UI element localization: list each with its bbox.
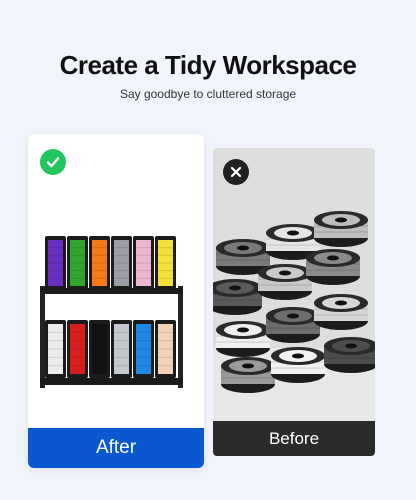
page-title: Create a Tidy Workspace bbox=[59, 50, 357, 80]
x-circle-icon bbox=[223, 159, 249, 185]
filament-spool bbox=[89, 236, 110, 290]
filament-spool bbox=[133, 320, 154, 378]
filament-spool bbox=[111, 320, 132, 378]
before-card: Before bbox=[213, 148, 375, 456]
filament-spool bbox=[314, 211, 368, 247]
filament-spool bbox=[155, 320, 176, 378]
after-card: After bbox=[28, 134, 204, 468]
page-subtitle: Say goodbye to cluttered storage bbox=[119, 87, 297, 101]
filament-spool bbox=[271, 347, 325, 383]
filament-spool bbox=[221, 357, 275, 393]
after-rack-image bbox=[40, 236, 183, 388]
filament-spool bbox=[67, 320, 88, 378]
after-label: After bbox=[28, 428, 204, 468]
filament-spool bbox=[258, 264, 312, 300]
filament-spool bbox=[45, 236, 66, 290]
before-label: Before bbox=[213, 421, 375, 456]
filament-spool bbox=[133, 236, 154, 290]
filament-spool bbox=[155, 236, 176, 290]
top-shelf-spools bbox=[45, 236, 176, 290]
filament-spool bbox=[67, 236, 88, 290]
filament-spool bbox=[111, 236, 132, 290]
filament-spool bbox=[266, 307, 320, 343]
filament-spool bbox=[324, 337, 375, 373]
filament-spool bbox=[89, 320, 110, 378]
filament-spool bbox=[213, 279, 262, 315]
bottom-shelf-spools bbox=[45, 320, 176, 378]
before-clutter-image bbox=[213, 148, 375, 421]
filament-spool bbox=[216, 321, 270, 357]
filament-spool bbox=[306, 249, 360, 285]
filament-spool bbox=[45, 320, 66, 378]
filament-spool bbox=[314, 294, 368, 330]
